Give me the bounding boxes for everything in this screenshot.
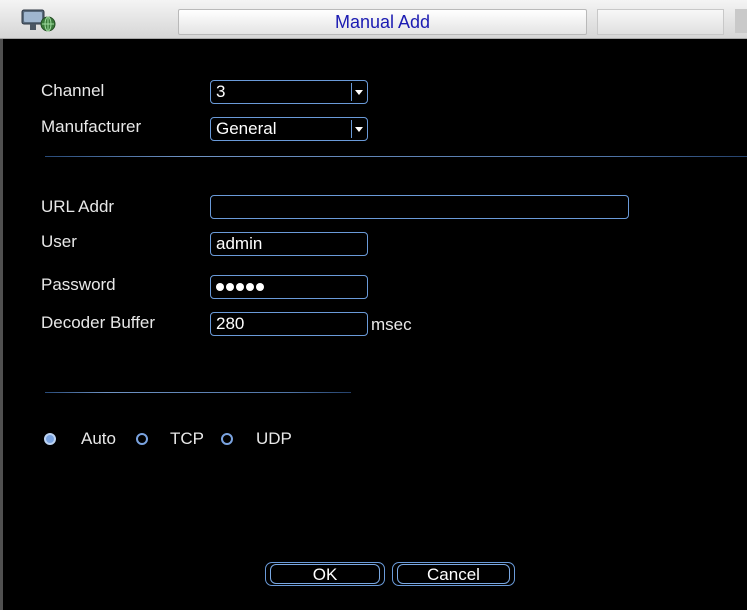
channel-value: 3 — [216, 82, 226, 101]
ok-button-label[interactable]: OK — [270, 564, 380, 584]
network-camera-icon — [18, 4, 64, 36]
password-dot — [236, 283, 244, 291]
password-dot — [256, 283, 264, 291]
password-label: Password — [41, 275, 116, 294]
chevron-down-icon[interactable] — [351, 120, 365, 138]
radio-tcp[interactable] — [136, 433, 148, 445]
window-title: Manual Add — [334, 12, 431, 32]
manual-add-dialog: Manual Add Channel 3 Manufacturer Genera… — [0, 0, 747, 610]
manufacturer-select[interactable]: General — [210, 117, 368, 141]
dialog-body: Channel 3 Manufacturer General URL Addr … — [0, 39, 747, 610]
title-bar[interactable]: Manual Add — [0, 0, 747, 39]
radio-auto[interactable] — [44, 433, 56, 445]
radio-udp[interactable] — [221, 433, 233, 445]
user-label: User — [41, 232, 77, 251]
title-edge — [735, 9, 747, 33]
password-input[interactable] — [210, 275, 368, 299]
password-mask — [216, 283, 264, 293]
section-divider — [45, 156, 747, 157]
radio-udp-label[interactable]: UDP — [256, 429, 292, 449]
radio-tcp-label[interactable]: TCP — [170, 429, 204, 449]
url-input[interactable] — [210, 195, 629, 219]
cancel-button[interactable]: Cancel — [392, 562, 515, 586]
manufacturer-value: General — [216, 119, 277, 138]
url-label: URL Addr — [41, 197, 115, 216]
password-dot — [216, 283, 224, 291]
radio-auto-label[interactable]: Auto — [81, 429, 116, 449]
buffer-input[interactable]: 280 — [210, 312, 368, 336]
channel-select[interactable]: 3 — [210, 80, 368, 104]
channel-label: Channel — [41, 81, 105, 100]
user-input[interactable]: admin — [210, 232, 368, 256]
buffer-label: Decoder Buffer — [41, 313, 156, 332]
password-dot — [246, 283, 254, 291]
buffer-unit: msec — [371, 315, 412, 334]
title-decoration — [597, 9, 724, 35]
section-divider — [45, 392, 351, 393]
title-panel: Manual Add — [178, 9, 587, 35]
cancel-button-label[interactable]: Cancel — [397, 564, 510, 584]
chevron-down-icon[interactable] — [351, 83, 365, 101]
ok-button[interactable]: OK — [265, 562, 385, 586]
manufacturer-label: Manufacturer — [41, 117, 142, 136]
password-dot — [226, 283, 234, 291]
